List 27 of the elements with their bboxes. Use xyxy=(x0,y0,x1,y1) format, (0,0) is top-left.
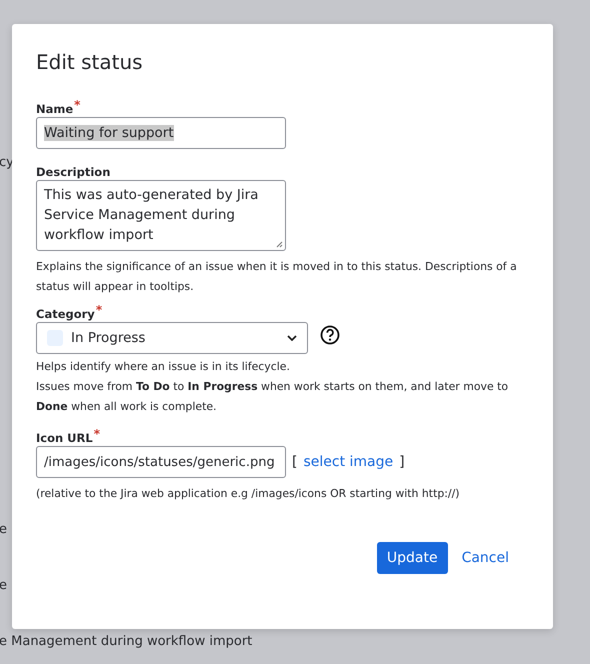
category-select[interactable]: In Progress xyxy=(36,322,308,354)
background-text: e xyxy=(0,522,7,537)
bracket: [ xyxy=(292,454,298,470)
field-label: Name xyxy=(36,102,74,116)
required-mark: * xyxy=(94,427,100,441)
help-text: Helps identify where an issue is in its lifecycle. xyxy=(36,359,291,375)
name-field[interactable]: Waiting for support xyxy=(36,117,286,149)
resize-handle-icon[interactable] xyxy=(275,240,283,248)
help-text: Issues move from To Do to In Progress when work starts on them, and later move to Done when all work is complete. xyxy=(36,379,510,415)
icon-url-field[interactable]: /images/icons/statuses/generic.png xyxy=(36,446,286,478)
dialog-title: Edit status xyxy=(36,50,144,74)
required-mark: * xyxy=(74,98,80,112)
help-text: Explains the significance of an issue when it is moved in to this status. Descriptions of a status will appear in tooltips. xyxy=(36,259,518,295)
help-icon[interactable] xyxy=(320,325,340,345)
field-label: Category xyxy=(36,307,95,321)
background-text: e xyxy=(0,578,7,593)
field-label: Description xyxy=(36,165,110,179)
chevron-down-icon xyxy=(287,335,297,341)
cancel-link[interactable]: Cancel xyxy=(462,550,509,566)
required-mark: * xyxy=(96,303,102,317)
help-text: (relative to the Jira web application e.g /images/icons OR starting with http://) xyxy=(36,486,461,502)
background-text: e Management during workflow import xyxy=(0,634,252,649)
bracket: ] xyxy=(399,454,405,470)
select-image-link[interactable]: select image xyxy=(303,454,394,470)
field-label: Icon URL xyxy=(36,431,93,445)
update-button[interactable]: Update xyxy=(376,542,448,574)
description-field[interactable]: This was auto-generated by Jira Service Management during workflow import xyxy=(36,180,286,251)
